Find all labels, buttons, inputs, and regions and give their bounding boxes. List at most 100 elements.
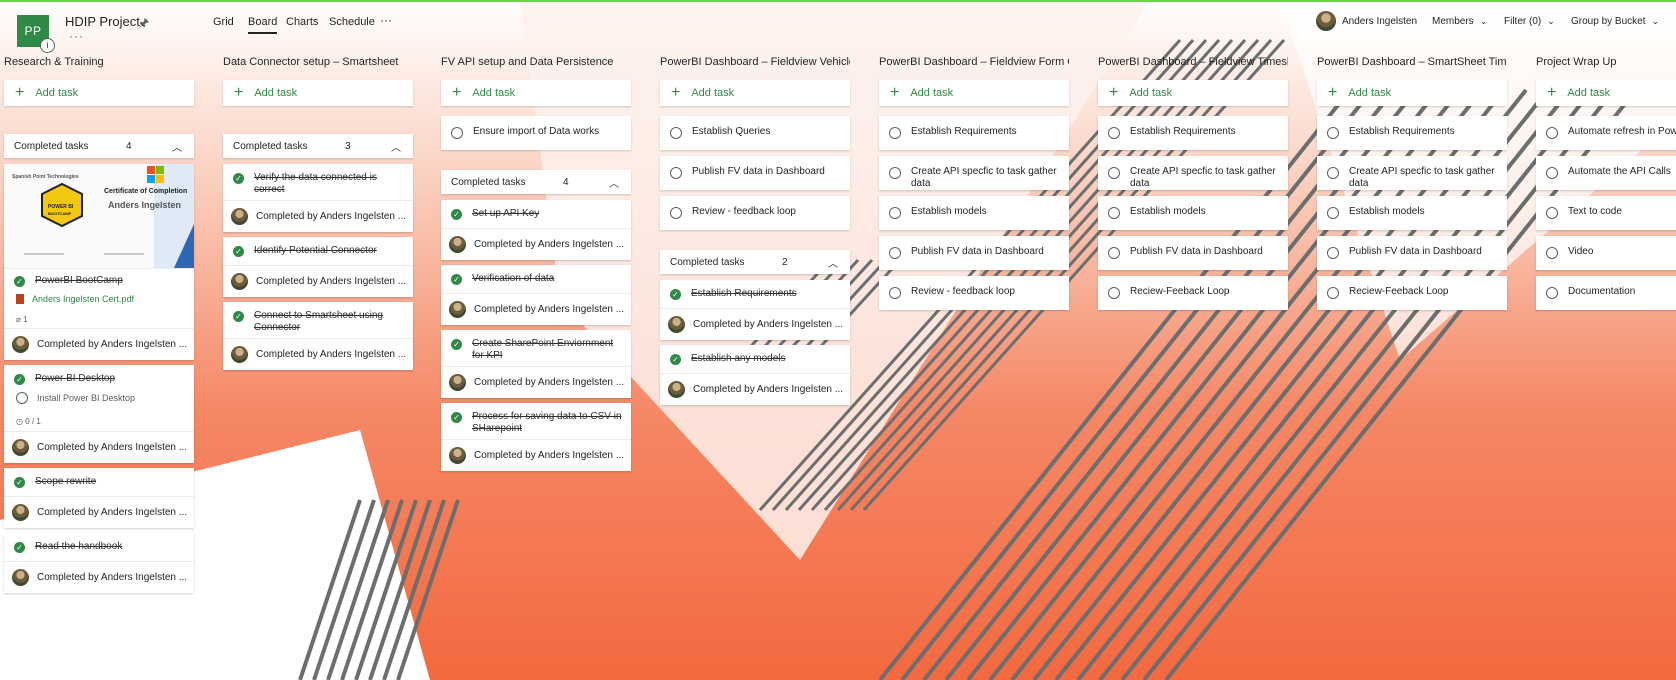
task-title[interactable]: Automate the API Calls: [1568, 166, 1676, 178]
task-card[interactable]: ✓ Process for saving data to CSV in SHare…: [441, 403, 631, 471]
task-card[interactable]: Establish models: [1098, 196, 1288, 230]
bucket-title[interactable]: FV API setup and Data Persistence: [441, 56, 631, 72]
circle-icon[interactable]: [889, 287, 901, 299]
bucket-title[interactable]: PowerBI Dashboard – Fieldview Timeshe: [1098, 56, 1288, 72]
check-icon[interactable]: ✓: [14, 542, 25, 553]
task-title[interactable]: Establish Requirements: [1349, 126, 1499, 138]
circle-icon[interactable]: [1327, 167, 1339, 179]
task-title[interactable]: Publish FV data in Dashboard: [692, 166, 842, 178]
check-icon[interactable]: ✓: [14, 276, 25, 287]
task-card[interactable]: Video: [1536, 236, 1676, 270]
task-title[interactable]: Verify the data connected is correct: [254, 172, 404, 196]
circle-icon[interactable]: [1108, 207, 1120, 219]
task-card[interactable]: Establish Requirements: [1098, 116, 1288, 150]
task-title[interactable]: Reciew-Feeback Loop: [1130, 286, 1280, 298]
task-card[interactable]: ✓ Verify the data connected is correct Com…: [223, 164, 413, 232]
completed-tasks-toggle[interactable]: Completed tasks 2 ︿: [660, 250, 850, 274]
assignee-avatar[interactable]: [449, 236, 466, 253]
bucket-title[interactable]: Data Connector setup – Smartsheet: [223, 56, 413, 72]
task-card[interactable]: ✓ Establish Requirements Completed by Ande…: [660, 280, 850, 340]
task-card[interactable]: Documentation: [1536, 276, 1676, 310]
task-card[interactable]: Automate the API Calls: [1536, 156, 1676, 190]
circle-icon[interactable]: [670, 127, 682, 139]
task-title[interactable]: Establish models: [1130, 206, 1280, 218]
check-icon[interactable]: ✓: [670, 354, 681, 365]
task-title[interactable]: Scope rewrite: [35, 476, 185, 488]
task-card[interactable]: Publish FV data in Dashboard: [879, 236, 1069, 270]
task-title[interactable]: Documentation: [1568, 286, 1676, 298]
completed-tasks-toggle[interactable]: Completed tasks 3 ︿: [223, 134, 413, 158]
add-task-button[interactable]: + Add task: [4, 80, 194, 106]
task-card[interactable]: ✓ Read the handbook Completed by Anders In…: [4, 533, 194, 593]
task-card[interactable]: Establish Queries: [660, 116, 850, 150]
task-title[interactable]: Create API specfic to task gather data: [911, 166, 1061, 190]
add-task-button[interactable]: + Add task: [879, 80, 1069, 106]
task-card[interactable]: Text to code: [1536, 196, 1676, 230]
check-icon[interactable]: ✓: [451, 412, 462, 423]
circle-icon[interactable]: [1546, 287, 1558, 299]
circle-icon[interactable]: [670, 207, 682, 219]
task-title[interactable]: Power BI Desktop: [35, 373, 185, 385]
attachment-link[interactable]: Anders Ingelsten Cert.pdf: [16, 294, 134, 304]
bucket-title[interactable]: PowerBI Dashboard – SmartSheet Times: [1317, 56, 1507, 72]
task-card[interactable]: Publish FV data in Dashboard: [1317, 236, 1507, 270]
task-title[interactable]: Create SharePoint Enviornment for KPI: [472, 338, 622, 362]
task-card[interactable]: Create API specfic to task gather data: [879, 156, 1069, 190]
assignee-avatar[interactable]: [449, 447, 466, 464]
task-card[interactable]: Spanish Point Technologies Certificate of…: [4, 164, 194, 360]
tab-board[interactable]: Board: [248, 16, 278, 34]
completed-tasks-toggle[interactable]: Completed tasks 4 ︿: [4, 134, 194, 158]
user-avatar[interactable]: [1316, 11, 1336, 31]
task-title[interactable]: Identify Potential Connector: [254, 245, 404, 257]
members-button[interactable]: Members ⌄: [1432, 16, 1487, 27]
check-icon[interactable]: ✓: [670, 289, 681, 300]
circle-icon[interactable]: [1546, 247, 1558, 259]
check-icon[interactable]: ✓: [14, 477, 25, 488]
task-title[interactable]: Text to code: [1568, 206, 1676, 218]
circle-icon[interactable]: [889, 127, 901, 139]
check-icon[interactable]: ✓: [14, 374, 25, 385]
task-title[interactable]: Set up API Key: [472, 208, 622, 220]
task-card[interactable]: ✓ Power BI Desktop Install Power BI Deskto…: [4, 365, 194, 463]
circle-icon[interactable]: [1108, 167, 1120, 179]
card-preview-image[interactable]: Spanish Point Technologies Certificate of…: [4, 164, 194, 269]
task-card[interactable]: Ensure import of Data works: [441, 116, 631, 150]
circle-icon[interactable]: [1108, 127, 1120, 139]
add-task-button[interactable]: + Add task: [660, 80, 850, 106]
task-card[interactable]: Reciew-Feeback Loop: [1317, 276, 1507, 310]
project-more-icon[interactable]: ···: [69, 29, 84, 43]
task-title[interactable]: Establish models: [911, 206, 1061, 218]
add-task-button[interactable]: + Add task: [1098, 80, 1288, 106]
task-card[interactable]: ✓ Scope rewrite Completed by Anders Ingels…: [4, 468, 194, 528]
task-card[interactable]: ✓ Set up API Key Completed by Anders Ingel…: [441, 200, 631, 260]
tab-charts[interactable]: Charts: [286, 16, 318, 28]
pin-icon[interactable]: 🖈: [138, 14, 149, 35]
circle-icon[interactable]: [1327, 247, 1339, 259]
task-title[interactable]: Establish Queries: [692, 126, 842, 138]
add-task-button[interactable]: + Add task: [1317, 80, 1507, 106]
bucket-title[interactable]: Research & Training: [4, 56, 194, 72]
circle-icon[interactable]: [1327, 287, 1339, 299]
circle-icon[interactable]: [889, 167, 901, 179]
assignee-avatar[interactable]: [668, 316, 685, 333]
task-title[interactable]: Video: [1568, 246, 1676, 258]
circle-icon[interactable]: [1108, 287, 1120, 299]
bucket-title[interactable]: Project Wrap Up: [1536, 56, 1676, 72]
tab-grid[interactable]: Grid: [213, 16, 234, 28]
bucket-title[interactable]: PowerBI Dashboard – Fieldview Vehicle-: [660, 56, 850, 72]
check-icon[interactable]: ✓: [451, 209, 462, 220]
task-title[interactable]: Establish Requirements: [1130, 126, 1280, 138]
task-title[interactable]: Publish FV data in Dashboard: [1130, 246, 1280, 258]
check-icon[interactable]: ✓: [233, 311, 244, 322]
info-icon[interactable]: i: [40, 38, 55, 53]
completed-tasks-toggle[interactable]: Completed tasks 4 ︿: [441, 170, 631, 194]
task-title[interactable]: Review - feedback loop: [911, 286, 1061, 298]
circle-icon[interactable]: [670, 167, 682, 179]
task-card[interactable]: Create API specfic to task gather data: [1098, 156, 1288, 190]
assignee-avatar[interactable]: [231, 346, 248, 363]
circle-icon[interactable]: [1327, 127, 1339, 139]
task-title[interactable]: Process for saving data to CSV in SHarep…: [472, 411, 622, 435]
task-card[interactable]: Automate refresh in PowerBI: [1536, 116, 1676, 150]
task-title[interactable]: Reciew-Feeback Loop: [1349, 286, 1499, 298]
task-card[interactable]: Review - feedback loop: [660, 196, 850, 230]
